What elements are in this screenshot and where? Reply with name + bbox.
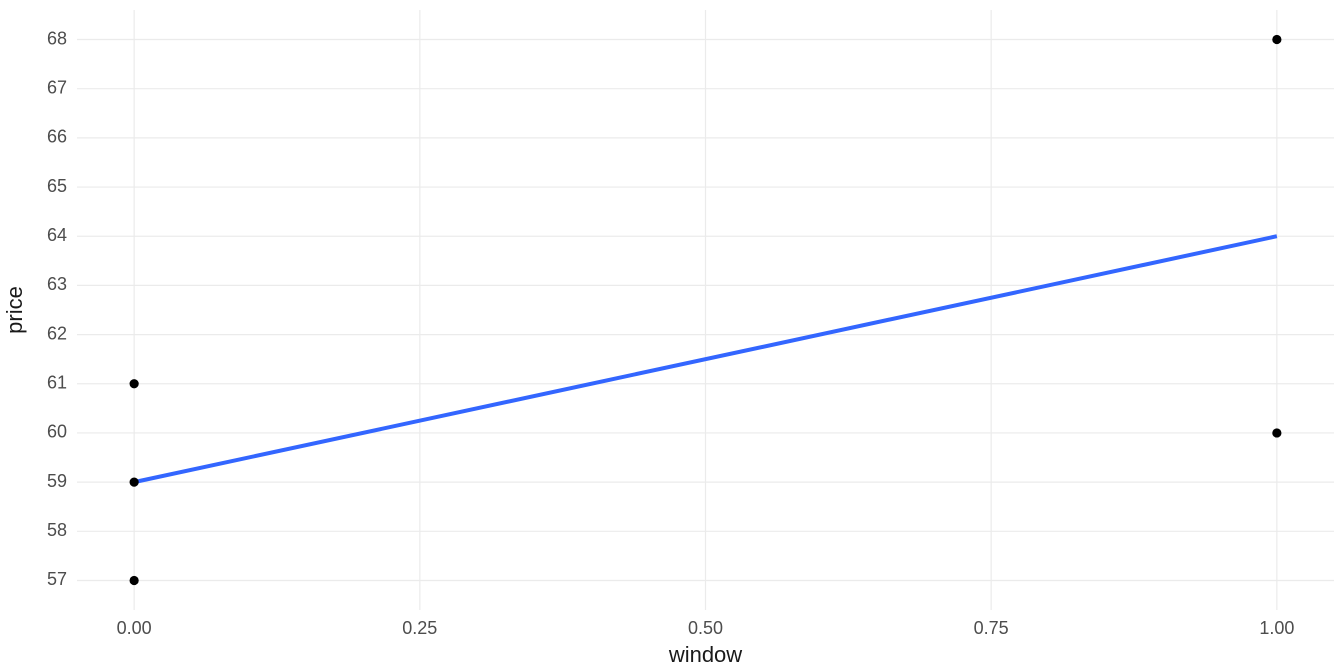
y-tick-label: 62 <box>47 323 67 343</box>
y-tick-label: 60 <box>47 422 67 442</box>
data-point <box>130 478 139 487</box>
y-tick-label: 58 <box>47 520 67 540</box>
y-axis-title: price <box>2 286 27 334</box>
x-tick-label: 0.75 <box>974 618 1009 638</box>
y-tick-label: 67 <box>47 77 67 97</box>
x-tick-label: 1.00 <box>1259 618 1294 638</box>
x-tick-label: 0.00 <box>117 618 152 638</box>
data-point <box>130 576 139 585</box>
x-axis-ticks: 0.00 0.25 0.50 0.75 1.00 <box>117 618 1295 638</box>
chart-svg: 57 58 59 60 61 62 63 64 65 66 67 68 0.00 0.25 0.50 0.75… <box>0 0 1344 672</box>
y-tick-label: 61 <box>47 373 67 393</box>
chart-container: 57 58 59 60 61 62 63 64 65 66 67 68 0.00 0.25 0.50 0.75… <box>0 0 1344 672</box>
y-tick-label: 65 <box>47 176 67 196</box>
data-point <box>1272 428 1281 437</box>
x-tick-label: 0.50 <box>688 618 723 638</box>
y-tick-label: 68 <box>47 28 67 48</box>
y-tick-label: 66 <box>47 127 67 147</box>
y-tick-label: 57 <box>47 569 67 589</box>
data-point <box>130 379 139 388</box>
y-tick-label: 59 <box>47 471 67 491</box>
y-tick-label: 63 <box>47 274 67 294</box>
y-tick-label: 64 <box>47 225 67 245</box>
data-point <box>1272 35 1281 44</box>
y-axis-ticks: 57 58 59 60 61 62 63 64 65 66 67 68 <box>47 28 67 589</box>
x-tick-label: 0.25 <box>402 618 437 638</box>
x-axis-title: window <box>668 642 742 667</box>
